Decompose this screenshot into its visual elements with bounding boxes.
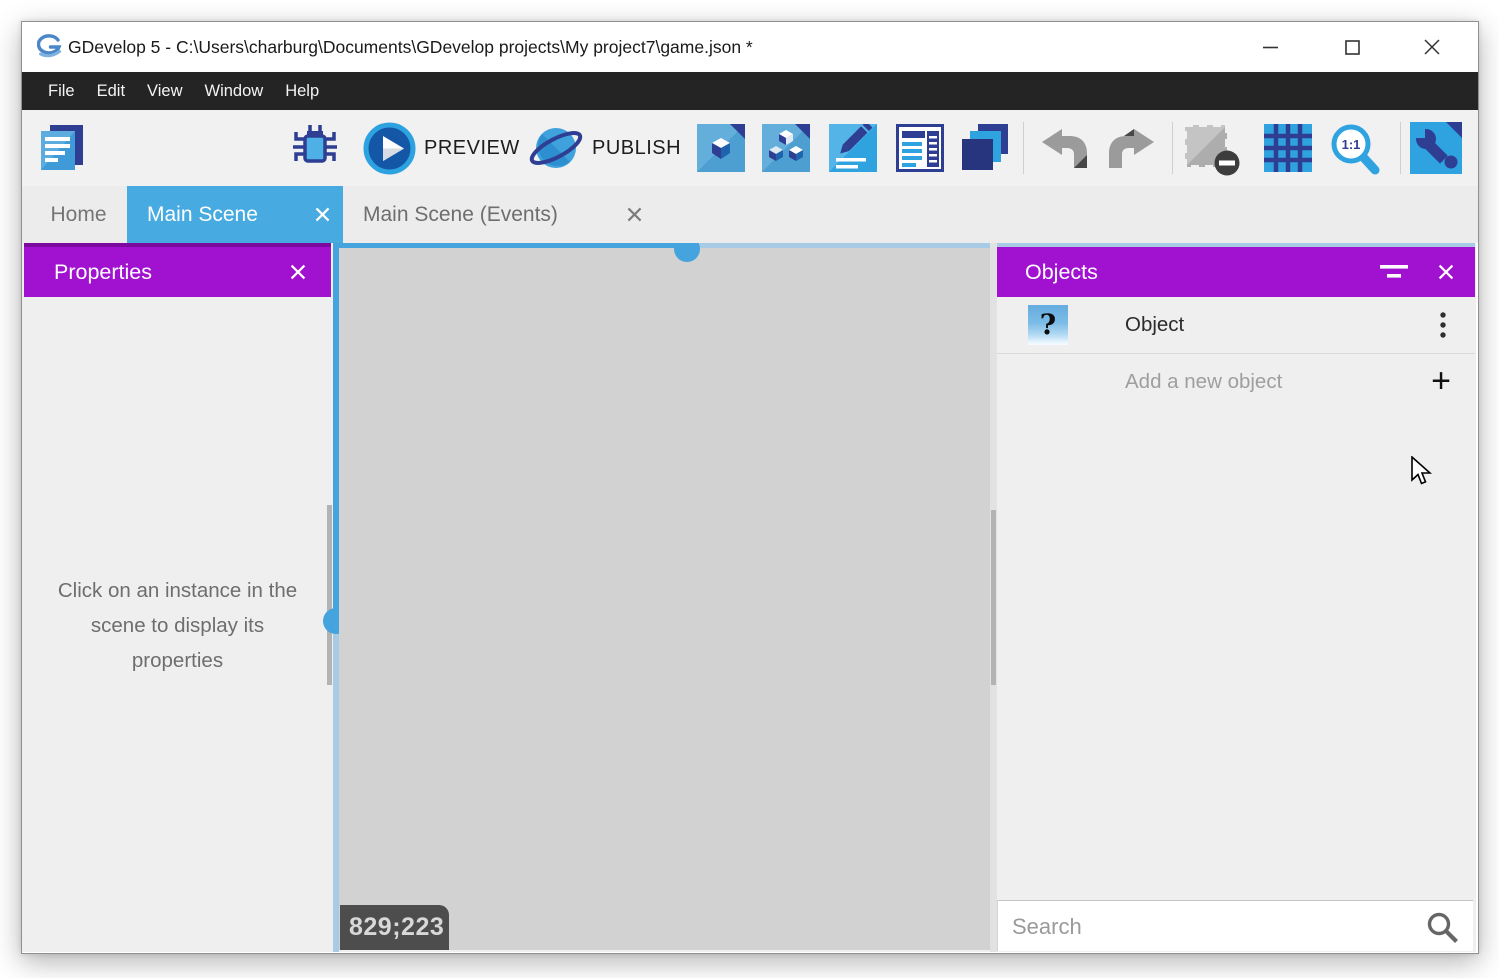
properties-empty-message: Click on an instance in the scene to dis… bbox=[52, 573, 304, 678]
zoom-original-icon[interactable]: 1:1 bbox=[1328, 122, 1382, 176]
menu-window[interactable]: Window bbox=[194, 72, 275, 110]
object-menu-kebab-icon[interactable] bbox=[1439, 312, 1447, 338]
tab-main-scene-events-label: Main Scene (Events) bbox=[363, 186, 558, 243]
object-search-input[interactable] bbox=[998, 901, 1434, 952]
tab-main-scene-label: Main Scene bbox=[147, 186, 258, 243]
tab-home-label: Home bbox=[50, 203, 106, 226]
properties-close-icon[interactable] bbox=[289, 263, 307, 281]
canvas-scrollbar-thumb[interactable] bbox=[991, 510, 996, 685]
menu-edit[interactable]: Edit bbox=[86, 72, 136, 110]
objects-panel-header: Objects bbox=[997, 247, 1475, 297]
maximize-button[interactable] bbox=[1322, 22, 1382, 72]
cursor-coordinates-badge: 829;223 bbox=[340, 905, 449, 950]
horizontal-splitter-right[interactable] bbox=[687, 243, 990, 248]
redo-icon[interactable] bbox=[1104, 127, 1158, 171]
toolbar-separator bbox=[1023, 122, 1024, 174]
settings-wrench-icon[interactable] bbox=[1410, 122, 1462, 174]
preview-icon[interactable] bbox=[363, 122, 416, 175]
edit-objects-icon[interactable] bbox=[697, 124, 745, 172]
objects-panel: Objects ? Object Add a new bbox=[997, 243, 1475, 952]
objects-close-icon[interactable] bbox=[1437, 263, 1455, 281]
menu-view[interactable]: View bbox=[136, 72, 193, 110]
horizontal-splitter[interactable] bbox=[339, 243, 687, 248]
object-question-icon: ? bbox=[1028, 305, 1068, 345]
gdevelop-logo-icon bbox=[37, 34, 63, 60]
properties-panel: Properties Click on an instance in the s… bbox=[24, 243, 331, 952]
publish-label[interactable]: PUBLISH bbox=[592, 110, 681, 186]
minimize-button[interactable] bbox=[1240, 22, 1300, 72]
minimize-icon bbox=[1263, 40, 1278, 55]
window-title: GDevelop 5 - C:\Users\charburg\Documents… bbox=[68, 22, 753, 72]
object-name: Object bbox=[1125, 297, 1184, 353]
close-icon bbox=[1424, 39, 1440, 55]
menu-file[interactable]: File bbox=[37, 72, 86, 110]
scene-canvas[interactable]: 829;223 bbox=[339, 243, 990, 950]
title-bar: GDevelop 5 - C:\Users\charburg\Documents… bbox=[22, 22, 1478, 72]
tab-main-scene-events[interactable]: Main Scene (Events) bbox=[343, 186, 656, 243]
tab-close-icon[interactable] bbox=[314, 206, 331, 223]
add-object-label: Add a new object bbox=[1125, 354, 1282, 410]
project-manager-icon[interactable] bbox=[37, 124, 87, 172]
search-icon[interactable] bbox=[1426, 911, 1458, 943]
add-object-row[interactable]: Add a new object + bbox=[997, 354, 1475, 410]
toolbar-separator bbox=[1400, 122, 1401, 174]
grid-icon[interactable] bbox=[1264, 124, 1312, 172]
menu-help[interactable]: Help bbox=[274, 72, 330, 110]
publish-icon[interactable] bbox=[528, 120, 584, 176]
tab-close-icon[interactable] bbox=[626, 206, 643, 223]
edit-scene-properties-icon[interactable] bbox=[829, 124, 877, 172]
toolbar: PREVIEW PUBLISH bbox=[22, 110, 1478, 186]
tab-home[interactable]: Home bbox=[30, 186, 127, 243]
filter-icon[interactable] bbox=[1379, 263, 1409, 281]
app-window: GDevelop 5 - C:\Users\charburg\Documents… bbox=[21, 21, 1479, 954]
editor-content: Properties Click on an instance in the s… bbox=[22, 243, 1476, 952]
preview-label[interactable]: PREVIEW bbox=[424, 110, 520, 186]
editor-tab-bar: Home Main Scene Main Scene (Events) bbox=[22, 186, 1478, 243]
layers-icon[interactable] bbox=[961, 124, 1009, 172]
toolbar-separator bbox=[1172, 122, 1173, 174]
tab-main-scene[interactable]: Main Scene bbox=[127, 186, 343, 243]
objects-panel-title: Objects bbox=[1025, 247, 1098, 297]
mouse-cursor-icon bbox=[1408, 456, 1432, 486]
properties-panel-title: Properties bbox=[54, 247, 152, 297]
close-button[interactable] bbox=[1402, 22, 1462, 72]
debugger-icon[interactable] bbox=[290, 124, 340, 172]
maximize-icon bbox=[1345, 40, 1360, 55]
edit-object-groups-icon[interactable] bbox=[762, 124, 810, 172]
instances-list-icon[interactable] bbox=[896, 124, 944, 172]
clear-selection-icon[interactable] bbox=[1182, 122, 1240, 176]
object-list-item[interactable]: ? Object bbox=[997, 297, 1475, 354]
add-object-plus-icon[interactable]: + bbox=[1431, 354, 1451, 408]
undo-icon[interactable] bbox=[1038, 127, 1092, 171]
properties-scrollbar-thumb[interactable] bbox=[327, 505, 332, 685]
object-search-bar bbox=[997, 900, 1473, 951]
properties-panel-header: Properties bbox=[24, 247, 331, 297]
zoom-ratio-label: 1:1 bbox=[1342, 137, 1361, 152]
menu-bar: File Edit View Window Help bbox=[22, 72, 1478, 110]
